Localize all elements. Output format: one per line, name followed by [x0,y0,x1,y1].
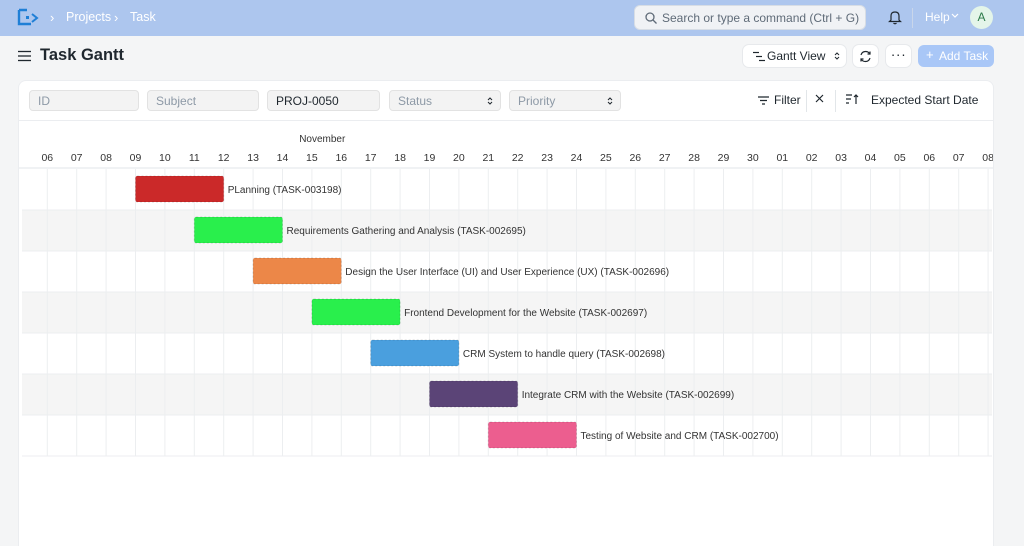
gantt-day-label: 11 [189,152,200,164]
breadcrumb-task[interactable]: Task [130,10,156,24]
gantt-day-label: 26 [629,152,641,164]
gantt-day-label: 30 [747,152,759,164]
help-menu[interactable]: Help [925,10,950,24]
task-bar[interactable] [311,298,401,326]
gantt-day-label: 04 [865,152,877,164]
gantt-day-label: 19 [424,152,436,164]
sort-by-button[interactable]: Expected Start Date [871,93,978,107]
gantt-day-label: 12 [218,152,230,164]
breadcrumb-chevron-icon: › [50,10,55,25]
refresh-icon [860,50,871,63]
task-bar-label[interactable]: Design the User Interface (UI) and User … [345,267,669,278]
user-avatar[interactable]: A [970,6,993,29]
id-filter-input[interactable] [29,90,139,111]
gantt-chart: November 06 07 08 09 10 11 12 13 14 15 16 17 18 19 20 21… [19,134,994,457]
navbar: › Projects › Task Help A [0,0,1024,36]
gantt-day-label: 05 [894,152,906,164]
gantt-day-label: 06 [923,152,935,164]
chevron-down-icon[interactable] [951,13,959,19]
select-chevron-icon [834,52,840,60]
gantt-day-label: 08 [982,152,994,164]
filter-label: Filter [774,93,801,107]
task-bar[interactable] [370,339,460,367]
refresh-button[interactable] [853,45,878,67]
gantt-day-label: 25 [600,152,612,164]
gantt-day-label: 21 [482,152,494,164]
gantt-day-label: 28 [688,152,700,164]
breadcrumb-projects[interactable]: Projects [66,10,111,24]
task-bar[interactable] [487,421,577,449]
gantt-day-label: 20 [453,152,465,164]
task-bar[interactable] [135,175,225,203]
task-bar-label[interactable]: Frontend Development for the Website (TA… [404,308,647,319]
gantt-day-label: 07 [953,152,965,164]
subject-filter-input[interactable] [147,90,259,111]
gantt-day-label: 29 [718,152,730,164]
plus-icon: + [926,47,934,62]
gantt-day-label: 02 [806,152,818,164]
page-title: Task Gantt [40,46,125,64]
select-chevron-icon [487,97,493,105]
gantt-day-label: 03 [835,152,847,164]
gantt-day-label: 08 [100,152,112,164]
select-chevron-icon [607,97,613,105]
gantt-day-label: 16 [335,152,347,164]
gantt-day-label: 06 [41,152,53,164]
filter-icon [758,96,769,105]
gantt-day-label: 15 [306,152,318,164]
add-task-label: Add Task [939,49,989,63]
app-logo-icon[interactable] [17,8,39,26]
task-bar-label[interactable]: Testing of Website and CRM (TASK-002700) [581,431,779,442]
navbar-divider [912,8,913,28]
project-filter-input[interactable] [267,90,380,111]
gantt-day-label: 27 [659,152,671,164]
view-switcher-label: Gantt View [767,49,826,63]
gantt-day-label: 18 [394,152,406,164]
priority-filter-select[interactable]: Priority [509,90,621,111]
task-bar[interactable] [193,216,283,244]
search-bar[interactable] [634,5,866,30]
clear-filter-icon[interactable] [815,94,824,103]
more-options-button[interactable]: ··· [886,45,911,67]
gantt-day-label: 17 [365,152,377,164]
sort-order-icon[interactable] [846,93,859,105]
gantt-day-label: 01 [776,152,788,164]
search-icon [645,12,657,24]
task-bar-label[interactable]: Requirements Gathering and Analysis (TAS… [287,226,526,237]
task-bar[interactable] [429,380,519,408]
gantt-card: Status Priority Filter [18,80,994,546]
gantt-month-label: November [299,134,346,145]
task-bar-label[interactable]: CRM System to handle query (TASK-002698) [463,349,665,360]
filter-divider [806,90,807,112]
gantt-day-label: 10 [159,152,171,164]
gantt-day-label: 22 [512,152,524,164]
task-bar-label[interactable]: PLanning (TASK-003198) [228,185,342,196]
notification-bell-icon[interactable] [888,10,902,25]
gantt-day-label: 23 [541,152,553,164]
gantt-day-label: 14 [277,152,289,164]
search-input[interactable] [662,9,862,27]
gantt-day-label: 07 [71,152,83,164]
status-filter-label: Status [398,94,433,108]
breadcrumb-chevron-icon: › [114,10,119,25]
gantt-day-label: 09 [130,152,142,164]
filter-divider [835,90,836,112]
sidebar-toggle-icon[interactable] [18,50,31,62]
add-task-button[interactable]: + Add Task [918,45,994,67]
priority-filter-label: Priority [518,94,556,108]
task-bar[interactable] [252,257,342,285]
status-filter-select[interactable]: Status [389,90,501,111]
view-switcher-button[interactable]: Gantt View [743,45,846,67]
gantt-day-label: 24 [571,152,583,164]
task-bar-label[interactable]: Integrate CRM with the Website (TASK-002… [522,390,735,401]
gantt-view-icon [753,51,765,62]
gantt-day-label: 13 [247,152,259,164]
filter-bar: Status Priority Filter [19,81,993,121]
